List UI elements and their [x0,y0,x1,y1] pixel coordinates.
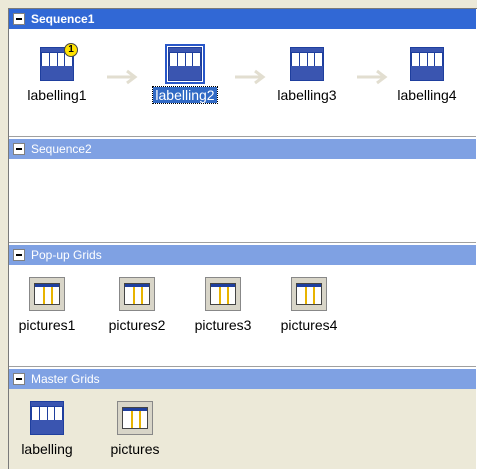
grid-item-labelling4[interactable]: labelling4 [387,47,467,103]
section-body: 1 labelling1 labelling2 labelling3 label… [9,29,477,137]
popup-item-pictures3[interactable]: pictures3 [183,277,263,333]
popup-item-pictures1[interactable]: pictures1 [7,277,87,333]
right-arrow-icon [357,69,391,85]
grid-item-label: labelling2 [152,86,218,104]
collapse-icon[interactable] [13,13,25,25]
section-master-grids: Master Grids labelling pictures [9,367,477,469]
badge-icon: 1 [64,43,78,57]
master-item-pictures[interactable]: pictures [95,401,175,457]
right-arrow-icon [107,69,141,85]
grid-thumbnail-icon: 1 [40,43,78,81]
grid-browser-panel: Sequence1 1 labelling1 labelling2 labell… [8,8,477,469]
popup-item-pictures2[interactable]: pictures2 [97,277,177,333]
collapse-icon[interactable] [13,249,25,261]
popup-item-label: pictures1 [18,317,76,333]
section-header-sequence2[interactable]: Sequence2 [9,139,477,159]
popup-grid-thumbnail-icon [117,401,153,435]
section-body: labelling pictures [9,389,477,469]
grid-item-label: labelling1 [27,87,87,103]
grid-thumbnail-icon [165,44,205,84]
grid-thumbnail-icon [410,47,444,81]
popup-grid-thumbnail-icon [119,277,155,311]
section-body [9,159,477,243]
master-item-label: labelling [21,441,73,457]
right-arrow-icon [235,69,269,85]
section-sequence2: Sequence2 [9,137,477,243]
grid-thumbnail-icon [290,47,324,81]
section-title: Master Grids [31,372,100,386]
popup-grid-thumbnail-icon [205,277,241,311]
collapse-icon[interactable] [13,143,25,155]
section-title: Pop-up Grids [31,248,102,262]
section-popup-grids: Pop-up Grids pictures1 pictures2 picture… [9,243,477,367]
collapse-icon[interactable] [13,373,25,385]
grid-thumbnail-icon [30,401,64,435]
section-body: pictures1 pictures2 pictures3 pictures4 [9,265,477,367]
popup-grid-thumbnail-icon [29,277,65,311]
popup-item-pictures4[interactable]: pictures4 [269,277,349,333]
master-item-labelling[interactable]: labelling [7,401,87,457]
section-header-popup-grids[interactable]: Pop-up Grids [9,245,477,265]
popup-grid-thumbnail-icon [291,277,327,311]
popup-item-label: pictures4 [280,317,338,333]
grid-item-labelling3[interactable]: labelling3 [267,47,347,103]
grid-item-labelling1[interactable]: 1 labelling1 [17,43,97,103]
popup-item-label: pictures3 [194,317,252,333]
section-title: Sequence2 [31,142,92,156]
section-title: Sequence1 [31,12,95,26]
grid-item-label: labelling4 [397,87,457,103]
section-header-sequence1[interactable]: Sequence1 [9,9,477,29]
grid-item-labelling2[interactable]: labelling2 [145,44,225,104]
popup-item-label: pictures2 [108,317,166,333]
master-item-label: pictures [110,441,160,457]
grid-item-label: labelling3 [277,87,337,103]
section-header-master-grids[interactable]: Master Grids [9,369,477,389]
section-sequence1: Sequence1 1 labelling1 labelling2 labell… [9,9,477,137]
